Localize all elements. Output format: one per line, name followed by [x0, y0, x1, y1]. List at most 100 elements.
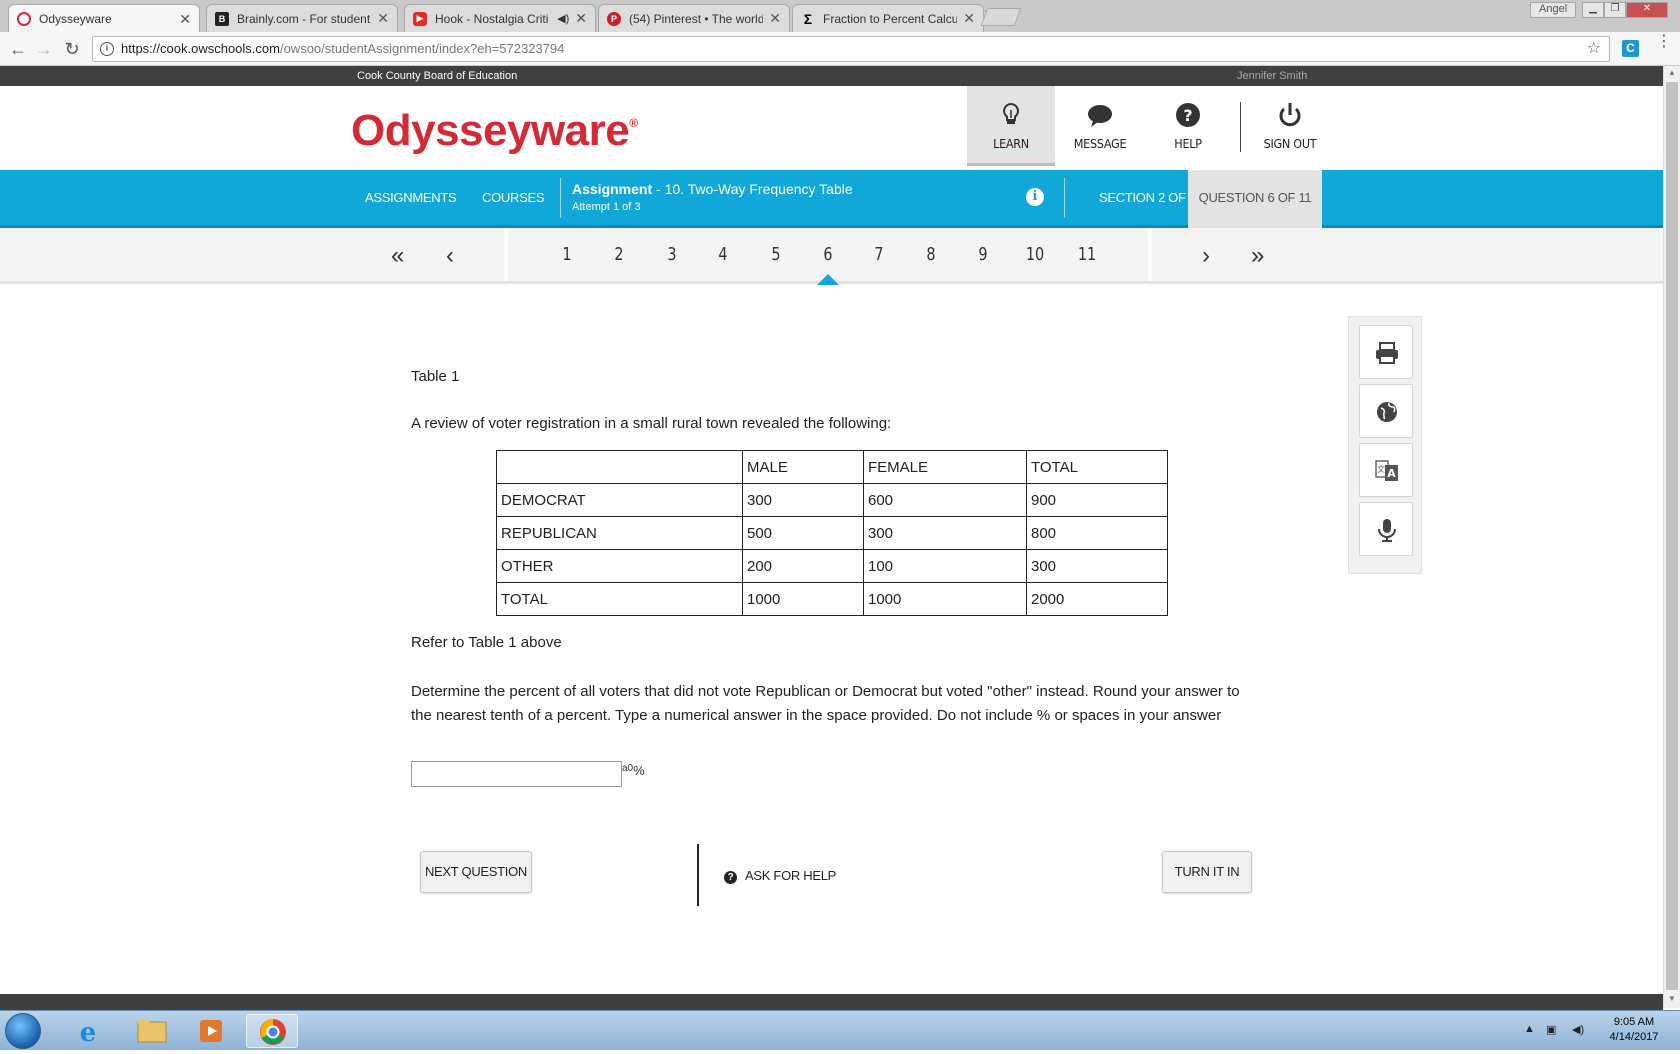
- question-circle-icon: ?: [1144, 100, 1232, 130]
- volume-icon[interactable]: ◀): [1572, 1023, 1584, 1036]
- close-icon[interactable]: ✕: [963, 10, 975, 27]
- nav-sign-out[interactable]: SIGN OUT: [1246, 86, 1334, 166]
- scroll-down-icon[interactable]: ▼: [1668, 994, 1676, 1003]
- start-button[interactable]: [5, 1013, 41, 1049]
- browser-menu-icon[interactable]: ⋮: [1656, 34, 1672, 50]
- nav-message[interactable]: MESSAGE: [1056, 86, 1144, 166]
- section-indicator: SECTION 2 OF 2: [1099, 190, 1196, 205]
- answer-input[interactable]: [411, 761, 622, 787]
- bookmark-star-icon[interactable]: ☆: [1587, 37, 1601, 61]
- file-explorer-icon[interactable]: [126, 1014, 178, 1048]
- page-footer: [0, 994, 1663, 1010]
- table-cell: DEMOCRAT: [496, 483, 743, 517]
- scroll-thumb[interactable]: [1666, 82, 1678, 990]
- page-5[interactable]: 5: [764, 244, 788, 265]
- info-icon[interactable]: i: [1026, 188, 1044, 206]
- clock-time: 9:05 AM: [1613, 1016, 1655, 1028]
- restore-icon[interactable]: ❐: [1604, 2, 1626, 18]
- globe-button[interactable]: [1359, 384, 1413, 438]
- new-tab-button[interactable]: [980, 8, 1022, 26]
- table-cell: 300: [1026, 549, 1168, 583]
- translate-button[interactable]: A文: [1359, 443, 1413, 497]
- browser-tab-youtube[interactable]: ▶ Hook - Nostalgia Criti ◀) ✕: [404, 4, 596, 32]
- attempt-count: Attempt 1 of 3: [572, 201, 641, 213]
- next-page-icon[interactable]: ›: [1202, 242, 1210, 270]
- next-question-button[interactable]: NEXT QUESTION: [420, 851, 532, 893]
- page-8[interactable]: 8: [919, 244, 943, 265]
- speech-button[interactable]: [1359, 502, 1413, 556]
- close-icon[interactable]: ✕: [575, 10, 587, 27]
- nav-learn[interactable]: LEARN: [967, 86, 1055, 166]
- media-player-icon[interactable]: [186, 1014, 238, 1048]
- divider: [560, 178, 561, 218]
- back-icon[interactable]: ←: [6, 37, 30, 61]
- youtube-icon: ▶: [413, 11, 427, 26]
- close-icon[interactable]: ✕: [179, 11, 191, 28]
- system-clock[interactable]: 9:05 AM 4/14/2017: [1594, 1015, 1674, 1045]
- window-close-icon[interactable]: ✕: [1626, 2, 1668, 18]
- previous-page-icon[interactable]: ‹: [446, 242, 454, 270]
- turn-in-button[interactable]: TURN IT IN: [1162, 851, 1252, 893]
- assignment-label: Assignment: [572, 181, 653, 197]
- divider: [1148, 228, 1152, 281]
- question-circle-icon: ?: [724, 871, 737, 884]
- first-page-icon[interactable]: «: [391, 242, 404, 270]
- table-cell: 300: [742, 483, 864, 517]
- speaker-icon[interactable]: ◀): [557, 12, 569, 25]
- page-2[interactable]: 2: [607, 244, 631, 265]
- assignments-link[interactable]: ASSIGNMENTS: [365, 190, 457, 205]
- site-info-icon[interactable]: i: [100, 42, 114, 56]
- courses-link[interactable]: COURSES: [482, 190, 545, 205]
- page-11[interactable]: 11: [1075, 244, 1099, 265]
- windows-taskbar: e ▲ ▣ ◀) 9:05 AM 4/14/2017: [0, 1010, 1680, 1050]
- user-name: Jennifer Smith: [1237, 70, 1308, 82]
- profile-button[interactable]: Angel: [1530, 2, 1577, 18]
- page-3[interactable]: 3: [660, 244, 684, 265]
- forward-icon[interactable]: →: [32, 37, 56, 61]
- nav-label: MESSAGE: [1073, 136, 1127, 151]
- tray-expand-icon[interactable]: ▲: [1524, 1023, 1535, 1035]
- close-icon[interactable]: ✕: [377, 10, 389, 27]
- chrome-icon[interactable]: [246, 1014, 298, 1048]
- suffix-small: a0: [622, 763, 634, 774]
- table-header-cell: FEMALE: [863, 450, 1027, 484]
- browser-tab-calculator[interactable]: Σ Fraction to Percent Calcu ✕: [792, 4, 984, 32]
- assignment-title: Assignment - 10. Two-Way Frequency Table: [572, 181, 853, 197]
- last-page-icon[interactable]: »: [1251, 242, 1264, 270]
- logo-text: Odysseyware: [351, 106, 630, 155]
- minimize-icon[interactable]: ▁: [1582, 2, 1604, 18]
- reload-icon[interactable]: ↻: [60, 37, 84, 61]
- browser-tab-odysseyware[interactable]: Odysseyware ✕: [8, 4, 200, 33]
- print-button[interactable]: [1359, 325, 1413, 379]
- odysseyware-logo[interactable]: Odysseyware®: [351, 106, 638, 156]
- address-bar[interactable]: i https://cook.owschools.com/owsoo/stude…: [92, 36, 1610, 62]
- question-intro: A review of voter registration in a smal…: [411, 415, 892, 432]
- question-indicator: QUESTION 6 OF 11: [1188, 170, 1322, 228]
- page-scrollbar[interactable]: ▲ ▼: [1663, 66, 1680, 1008]
- internet-explorer-icon[interactable]: e: [62, 1014, 114, 1048]
- table-cell: 600: [863, 483, 1027, 517]
- page-10[interactable]: 10: [1023, 244, 1047, 265]
- network-icon[interactable]: ▣: [1546, 1023, 1556, 1036]
- tab-title: Hook - Nostalgia Criti: [435, 11, 549, 26]
- page-9[interactable]: 9: [971, 244, 995, 265]
- table-cell: 100: [863, 549, 1027, 583]
- page-4[interactable]: 4: [711, 244, 735, 265]
- assignment-name: - 10. Two-Way Frequency Table: [652, 181, 853, 197]
- frequency-table: MALE FEMALE TOTAL DEMOCRAT 300 600 900 R…: [496, 450, 1168, 616]
- browser-tab-pinterest[interactable]: P (54) Pinterest • The world ✕: [598, 4, 790, 32]
- close-icon[interactable]: ✕: [769, 10, 781, 27]
- page-1[interactable]: 1: [555, 244, 579, 265]
- page-7[interactable]: 7: [867, 244, 891, 265]
- browser-tab-brainly[interactable]: B Brainly.com - For student ✕: [206, 4, 398, 32]
- table-cell: 900: [1026, 483, 1168, 517]
- page-6-current[interactable]: 6: [816, 244, 840, 265]
- nav-label: HELP: [1174, 136, 1202, 151]
- scroll-up-icon[interactable]: ▲: [1668, 68, 1676, 77]
- extension-icon[interactable]: C: [1622, 40, 1639, 57]
- odysseyware-icon: [17, 12, 31, 26]
- nav-help[interactable]: ? HELP: [1144, 86, 1232, 166]
- ask-for-help-link[interactable]: ? ASK FOR HELP: [724, 868, 836, 884]
- assignment-bar: ASSIGNMENTS COURSES Assignment - 10. Two…: [0, 170, 1663, 228]
- table-cell: 200: [742, 549, 864, 583]
